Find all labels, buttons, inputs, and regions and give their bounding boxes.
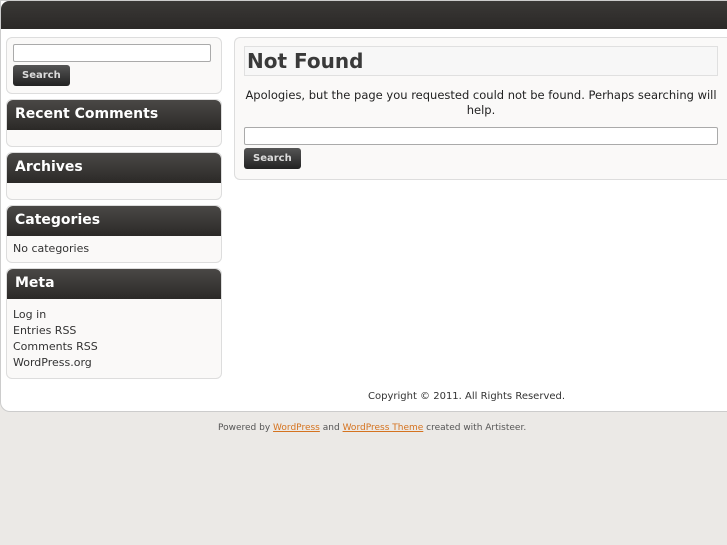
created-text: created with Artisteer. (426, 423, 527, 433)
no-categories: No categories (13, 242, 90, 255)
copyright: Copyright © 2011. All Rights Reserved. (368, 391, 566, 402)
widget-title: Recent Comments (7, 100, 221, 130)
meta-link-comments-rss[interactable]: Comments RSS (13, 340, 215, 353)
sidebar-search-input[interactable] (13, 44, 211, 62)
powered-text: Powered by (218, 423, 271, 433)
main-content: Not Found Apologies, but the page you re… (234, 37, 727, 180)
meta-link-login[interactable]: Log in (13, 308, 215, 321)
main-search-button[interactable]: Search (244, 148, 301, 169)
widget-title: Meta (7, 269, 221, 299)
meta-link-wordpress-org[interactable]: WordPress.org (13, 356, 215, 369)
and-text: and (322, 423, 340, 433)
wordpress-link[interactable]: WordPress (273, 423, 320, 433)
search-widget: Search (6, 37, 222, 94)
sidebar-search-button[interactable]: Search (13, 65, 70, 86)
meta-link-entries-rss[interactable]: Entries RSS (13, 324, 215, 337)
recent-comments-widget: Recent Comments (6, 99, 222, 147)
not-found-message: Apologies, but the page you requested co… (245, 88, 717, 117)
main-search-input[interactable] (244, 127, 718, 145)
meta-widget: Meta Log in Entries RSS Comments RSS Wor… (6, 268, 222, 379)
archives-widget: Archives (6, 152, 222, 200)
powered-by: Powered by WordPress and WordPress Theme… (218, 423, 526, 433)
theme-link[interactable]: WordPress Theme (343, 423, 424, 433)
page-title: Not Found (244, 46, 718, 76)
widget-title: Categories (7, 206, 221, 236)
widget-title: Archives (7, 153, 221, 183)
categories-widget: Categories No categories (6, 205, 222, 263)
header (1, 1, 727, 29)
